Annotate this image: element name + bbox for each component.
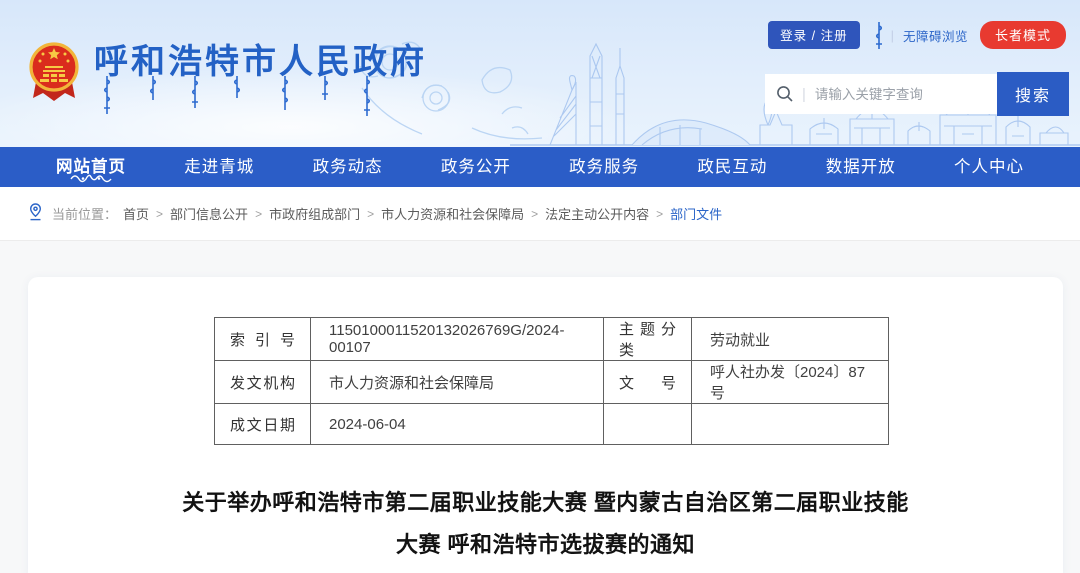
nav-item-gov-open[interactable]: 政务公开 <box>441 151 511 183</box>
mongolian-script-icon <box>874 22 884 49</box>
meta-value-topic-category: 劳动就业 <box>692 318 889 361</box>
meta-value-issuing-agency: 市人力资源和社会保障局 <box>311 361 604 404</box>
site-header: 呼和浩特市人民政府 登录 / 注册 | 无障碍浏览 长者模式 | <box>0 0 1080 147</box>
mongolian-script-subtitle <box>96 76 396 120</box>
meta-label-issuing-agency: 发文机构 <box>215 361 311 404</box>
breadcrumb-link-dept-info[interactable]: 部门信息公开 <box>170 204 248 223</box>
meta-label-document-number: 文号 <box>604 361 692 404</box>
meta-row-issuer: 发文机构 市人力资源和社会保障局 文号 呼人社办发〔2024〕87号 <box>215 361 889 404</box>
meta-label-issue-date: 成文日期 <box>215 404 311 445</box>
meta-row-index: 索引号 1150100011520132026769G/2024-00107 主… <box>215 318 889 361</box>
breadcrumb-link-dept-documents[interactable]: 部门文件 <box>670 204 722 223</box>
meta-value-issue-date: 2024-06-04 <box>311 404 604 445</box>
meta-value-document-number: 呼人社办发〔2024〕87号 <box>692 361 889 404</box>
national-emblem-logo[interactable] <box>26 40 82 102</box>
meta-label-empty <box>604 404 692 445</box>
login-register-button[interactable]: 登录 / 注册 <box>768 21 859 49</box>
document-meta-table: 索引号 1150100011520132026769G/2024-00107 主… <box>214 317 889 445</box>
nav-item-gov-services[interactable]: 政务服务 <box>569 151 639 183</box>
header-actions: 登录 / 注册 | 无障碍浏览 长者模式 <box>768 22 1066 48</box>
breadcrumb-separator: > <box>367 207 374 221</box>
breadcrumb-link-hr-bureau[interactable]: 市人力资源和社会保障局 <box>381 204 524 223</box>
search-button[interactable]: 搜索 <box>997 72 1069 116</box>
nav-item-public-interaction[interactable]: 政民互动 <box>697 151 767 183</box>
search-divider: | <box>802 86 806 103</box>
search-input[interactable] <box>815 87 975 102</box>
meta-label-index-number: 索引号 <box>215 318 311 361</box>
nav-item-gov-news[interactable]: 政务动态 <box>313 151 383 183</box>
location-pin-icon <box>28 203 43 226</box>
main-area: 索引号 1150100011520132026769G/2024-00107 主… <box>0 242 1080 573</box>
breadcrumb-separator: > <box>531 207 538 221</box>
breadcrumb: 当前位置： 首页 > 部门信息公开 > 市政府组成部门 > 市人力资源和社会保障… <box>0 187 1080 241</box>
breadcrumb-link-statutory-disclosure[interactable]: 法定主动公开内容 <box>545 204 649 223</box>
breadcrumb-link-home[interactable]: 首页 <box>123 204 149 223</box>
meta-label-topic-category: 主题分类 <box>604 318 692 361</box>
document-title: 关于举办呼和浩特市第二届职业技能大赛 暨内蒙古自治区第二届职业技能 大赛 呼和浩… <box>28 482 1063 566</box>
document-card: 索引号 1150100011520132026769G/2024-00107 主… <box>28 277 1063 573</box>
search-input-box: | <box>765 74 997 114</box>
search-icon <box>776 85 794 103</box>
nav-item-home[interactable]: 网站首页 <box>56 151 126 183</box>
meta-value-index-number: 1150100011520132026769G/2024-00107 <box>311 318 604 361</box>
nav-item-personal-center[interactable]: 个人中心 <box>954 151 1024 183</box>
document-title-line-2: 大赛 呼和浩特市选拔赛的通知 <box>28 524 1063 566</box>
nav-active-ornament-icon <box>70 169 112 188</box>
meta-value-empty <box>692 404 889 445</box>
meta-row-date: 成文日期 2024-06-04 <box>215 404 889 445</box>
nav-item-open-data[interactable]: 数据开放 <box>826 151 896 183</box>
breadcrumb-link-city-depts[interactable]: 市政府组成部门 <box>269 204 360 223</box>
nav-item-about-city[interactable]: 走进青城 <box>184 151 254 183</box>
elder-mode-button[interactable]: 长者模式 <box>980 21 1066 49</box>
document-title-line-1: 关于举办呼和浩特市第二届职业技能大赛 暨内蒙古自治区第二届职业技能 <box>28 482 1063 524</box>
breadcrumb-prefix: 当前位置： <box>52 204 117 223</box>
page: 呼和浩特市人民政府 登录 / 注册 | 无障碍浏览 长者模式 | <box>0 0 1080 573</box>
breadcrumb-separator: > <box>156 207 163 221</box>
breadcrumb-separator: > <box>656 207 663 221</box>
header-divider: | <box>891 28 894 43</box>
search-bar: | 搜索 <box>765 74 1069 116</box>
accessibility-link[interactable]: 无障碍浏览 <box>903 26 968 45</box>
breadcrumb-separator: > <box>255 207 262 221</box>
main-nav: 网站首页 走进青城 政务动态 政务公开 政务服务 政民互动 数据开放 个人中心 <box>0 147 1080 187</box>
